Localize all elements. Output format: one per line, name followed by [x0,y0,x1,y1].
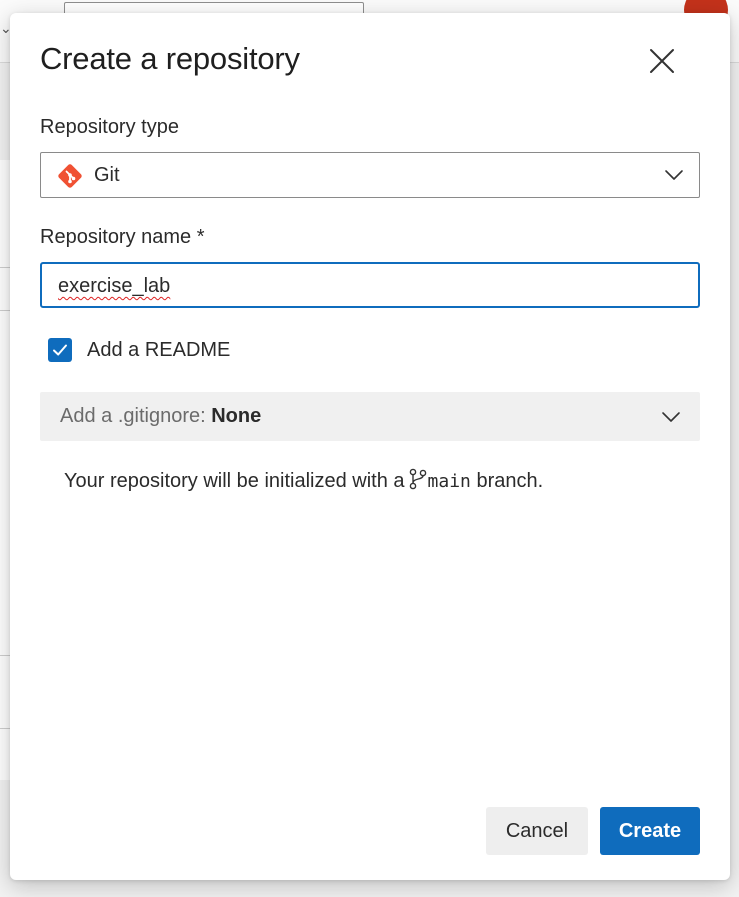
cancel-button[interactable]: Cancel [486,807,588,855]
repository-name-label: Repository name * [40,226,205,248]
gitignore-dropdown[interactable]: Add a .gitignore: None [40,392,700,441]
repository-type-dropdown[interactable]: Git [40,152,700,198]
dialog-title: Create a repository [40,41,300,76]
add-readme-label: Add a README [87,339,231,361]
create-button[interactable]: Create [600,807,700,855]
git-icon [58,164,82,188]
info-text-before: Your repository will be initialized with… [64,470,405,492]
repository-name-value: exercise_lab [58,275,171,297]
repository-type-label: Repository type [40,116,179,138]
initialization-info: Your repository will be initialized with… [64,468,543,493]
add-readme-checkbox[interactable] [48,338,72,362]
info-text-after: branch. [476,470,544,492]
create-repository-dialog: Create a repository Repository type Git … [10,13,730,880]
chevron-down-icon [662,412,680,422]
branch-name: main [427,471,471,492]
close-icon [650,49,674,73]
checkmark-icon [53,344,67,356]
chevron-down-icon [665,170,683,180]
gitignore-label: Add a .gitignore: None [60,405,261,428]
close-button[interactable] [644,43,680,79]
gitignore-value: None [211,405,262,427]
branch-icon [409,468,426,490]
gitignore-prefix: Add a .gitignore: [60,405,206,427]
repository-type-value: Git [94,164,120,186]
repository-name-input[interactable]: exercise_lab [40,262,700,308]
